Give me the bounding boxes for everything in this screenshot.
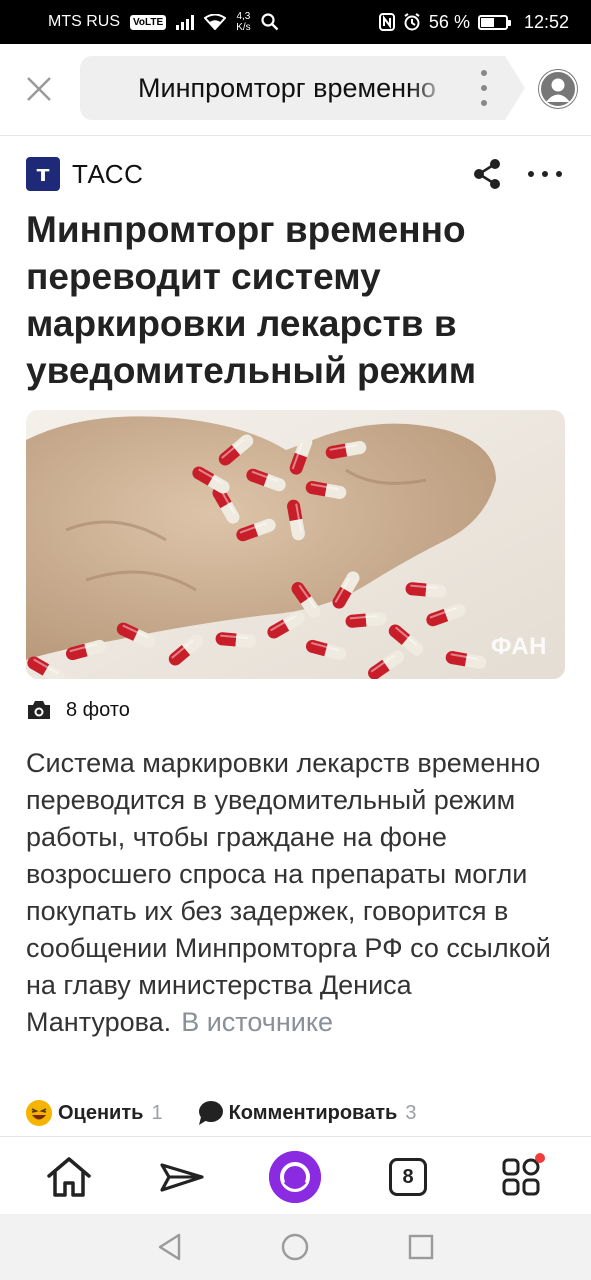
- battery-icon: [477, 14, 511, 30]
- comment-label: Комментировать: [228, 1101, 398, 1124]
- rate-label: Оценить: [58, 1101, 144, 1124]
- home-button[interactable]: [43, 1151, 95, 1203]
- article-photo[interactable]: ФАН: [26, 410, 565, 679]
- services-menu-button[interactable]: [495, 1151, 547, 1203]
- dot-icon: [542, 171, 548, 177]
- close-icon: [27, 77, 51, 101]
- carrier-name: MTS RUS: [48, 13, 120, 30]
- network-speed: 4,3 K/s: [236, 11, 250, 33]
- comment-bubble-icon: [198, 1101, 223, 1125]
- send-button[interactable]: [156, 1151, 208, 1203]
- address-bar-arrow: [505, 56, 525, 120]
- back-triangle-icon: [158, 1233, 181, 1261]
- wifi-icon: [204, 14, 227, 30]
- speed-value: 4,3: [236, 11, 251, 22]
- battery-fill: [480, 17, 495, 27]
- close-button[interactable]: [20, 70, 58, 108]
- browser-bottom-toolbar: 8: [0, 1136, 591, 1214]
- dot-icon: [556, 171, 562, 177]
- article-source[interactable]: т ТАСС: [26, 156, 143, 192]
- home-icon: [47, 1157, 91, 1197]
- search-icon: [261, 13, 278, 31]
- rate-count: 1: [151, 1101, 163, 1124]
- comment-count: 3: [405, 1101, 417, 1124]
- dot-icon: [528, 171, 534, 177]
- recents-button[interactable]: [406, 1232, 436, 1262]
- status-left: MTS RUS VoLTE 4,3 K/s: [48, 11, 379, 33]
- share-button[interactable]: [472, 158, 502, 190]
- recents-square-icon: [408, 1234, 434, 1260]
- battery-percent: 56 %: [428, 11, 470, 32]
- back-button[interactable]: [155, 1232, 185, 1262]
- tabs-button[interactable]: 8: [382, 1151, 434, 1203]
- source-name: ТАСС: [72, 158, 144, 189]
- address-bar-title: Минпромторг временно переводит систему м…: [138, 73, 438, 103]
- article-body-text: Система маркировки лекарств временно пер…: [26, 748, 551, 1037]
- system-navigation-bar: [0, 1214, 591, 1280]
- paper-plane-icon: [160, 1163, 204, 1192]
- avatar[interactable]: [538, 69, 578, 109]
- alice-assistant-button[interactable]: [269, 1151, 321, 1203]
- photo-gallery-link[interactable]: 8 фото: [26, 696, 130, 724]
- share-icon: [474, 159, 500, 189]
- notification-dot: [535, 1153, 545, 1163]
- clock: 12:52: [523, 11, 569, 32]
- pills-in-hand-image: [26, 410, 565, 679]
- alarm-icon: [404, 13, 420, 31]
- more-options-button[interactable]: [528, 166, 562, 182]
- address-bar-menu-button[interactable]: [478, 70, 490, 106]
- article-body: Система маркировки лекарств временно пер…: [26, 745, 571, 1041]
- volte-badge: VoLTE: [130, 14, 167, 30]
- home-circle-icon: [281, 1233, 309, 1261]
- status-right: 56 % 12:52: [378, 11, 569, 33]
- alice-icon: [269, 1151, 321, 1203]
- rate-button[interactable]: Оценить 1: [26, 1100, 163, 1126]
- article-headline: Минпромторг временно переводит систему м…: [26, 209, 477, 391]
- tabs-count: 8: [389, 1158, 427, 1196]
- photos-count-label: 8 фото: [66, 698, 130, 721]
- source-link[interactable]: В источнике: [181, 1007, 333, 1037]
- speed-unit: K/s: [236, 22, 251, 33]
- browser-top-bar: Минпромторг временно переводит систему м…: [0, 44, 591, 136]
- camera-icon: [28, 701, 50, 719]
- photo-watermark: ФАН: [490, 633, 547, 660]
- status-bar: MTS RUS VoLTE 4,3 K/s 56 % 12:52: [0, 0, 591, 44]
- signal-icon: [176, 14, 195, 30]
- home-nav-button[interactable]: [280, 1232, 310, 1262]
- comment-button[interactable]: Комментировать 3: [197, 1100, 417, 1126]
- address-bar-fade: [410, 56, 450, 120]
- address-bar[interactable]: Минпромторг временно переводит систему м…: [80, 56, 505, 120]
- user-icon: [539, 70, 577, 108]
- grid-icon: [502, 1158, 540, 1196]
- nfc-icon: [378, 13, 395, 31]
- tass-logo: т: [26, 157, 60, 191]
- laughing-emoji-icon: [26, 1100, 52, 1126]
- article-actions: Оценить 1 Комментировать 3: [26, 1096, 416, 1130]
